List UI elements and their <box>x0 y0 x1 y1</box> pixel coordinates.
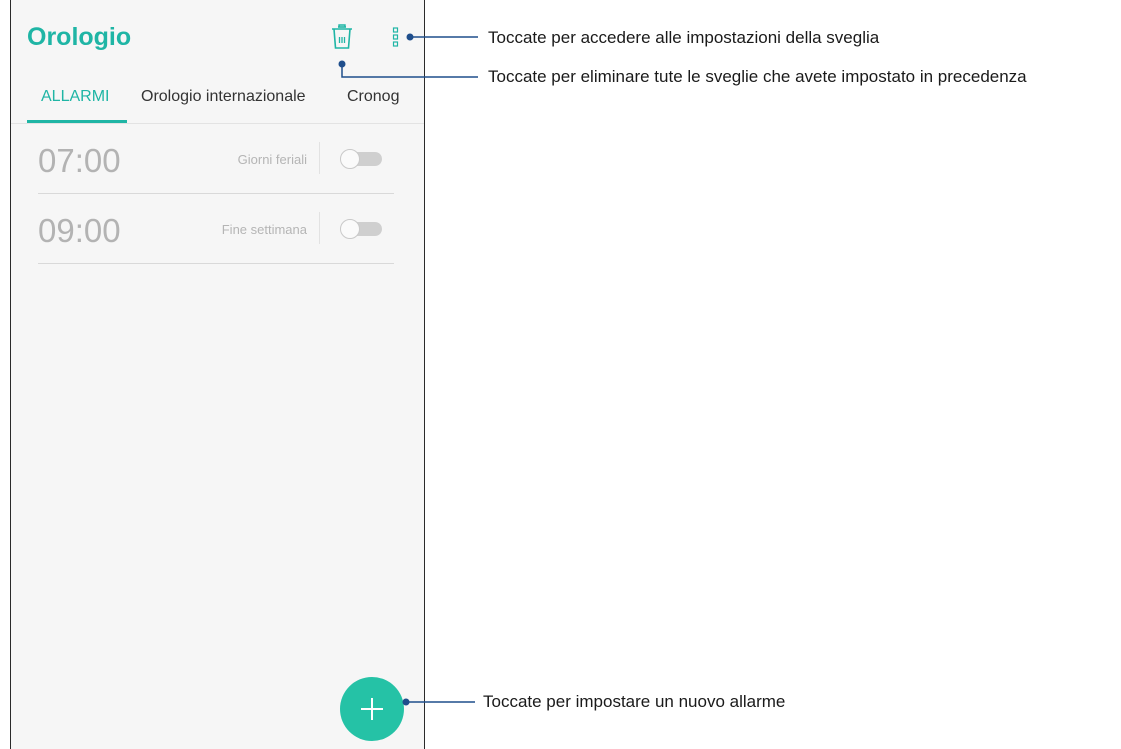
phone-screen: Orologio ALLARMI Orologio internazionale… <box>10 0 425 749</box>
plus-icon <box>371 698 373 720</box>
alarm-days: Fine settimana <box>221 222 307 237</box>
alarm-toggle[interactable] <box>340 219 382 239</box>
add-alarm-button[interactable] <box>340 677 404 741</box>
tab-allarmi[interactable]: ALLARMI <box>41 88 109 106</box>
alarm-row[interactable]: 07:00 Giorni feriali <box>38 124 394 194</box>
toggle-knob <box>340 219 360 239</box>
tab-bar: ALLARMI Orologio internazionale Cronog <box>11 70 424 124</box>
alarm-toggle[interactable] <box>340 149 382 169</box>
alarm-separator <box>319 212 320 244</box>
alarm-row[interactable]: 09:00 Fine settimana <box>38 194 394 264</box>
toggle-knob <box>340 149 360 169</box>
alarm-days: Giorni feriali <box>237 152 307 167</box>
trash-icon[interactable] <box>330 24 354 50</box>
callout-delete-all: Toccate per eliminare tute le sveglie ch… <box>488 67 1027 86</box>
alarm-time: 07:00 <box>38 142 121 179</box>
alarm-time: 09:00 <box>38 212 121 249</box>
app-title: Orologio <box>27 23 132 51</box>
callout-add-alarm: Toccate per impostare un nuovo allarme <box>483 692 786 711</box>
tab-clip: ALLARMI Orologio internazionale Cronog <box>11 70 402 124</box>
tab-orologio-internazionale[interactable]: Orologio internazionale <box>141 88 306 106</box>
callout-settings: Toccate per accedere alle impostazioni d… <box>488 28 880 47</box>
tab-cronometro[interactable]: Cronog <box>347 88 399 106</box>
more-vert-icon[interactable] <box>392 27 400 47</box>
alarm-separator <box>319 142 320 174</box>
